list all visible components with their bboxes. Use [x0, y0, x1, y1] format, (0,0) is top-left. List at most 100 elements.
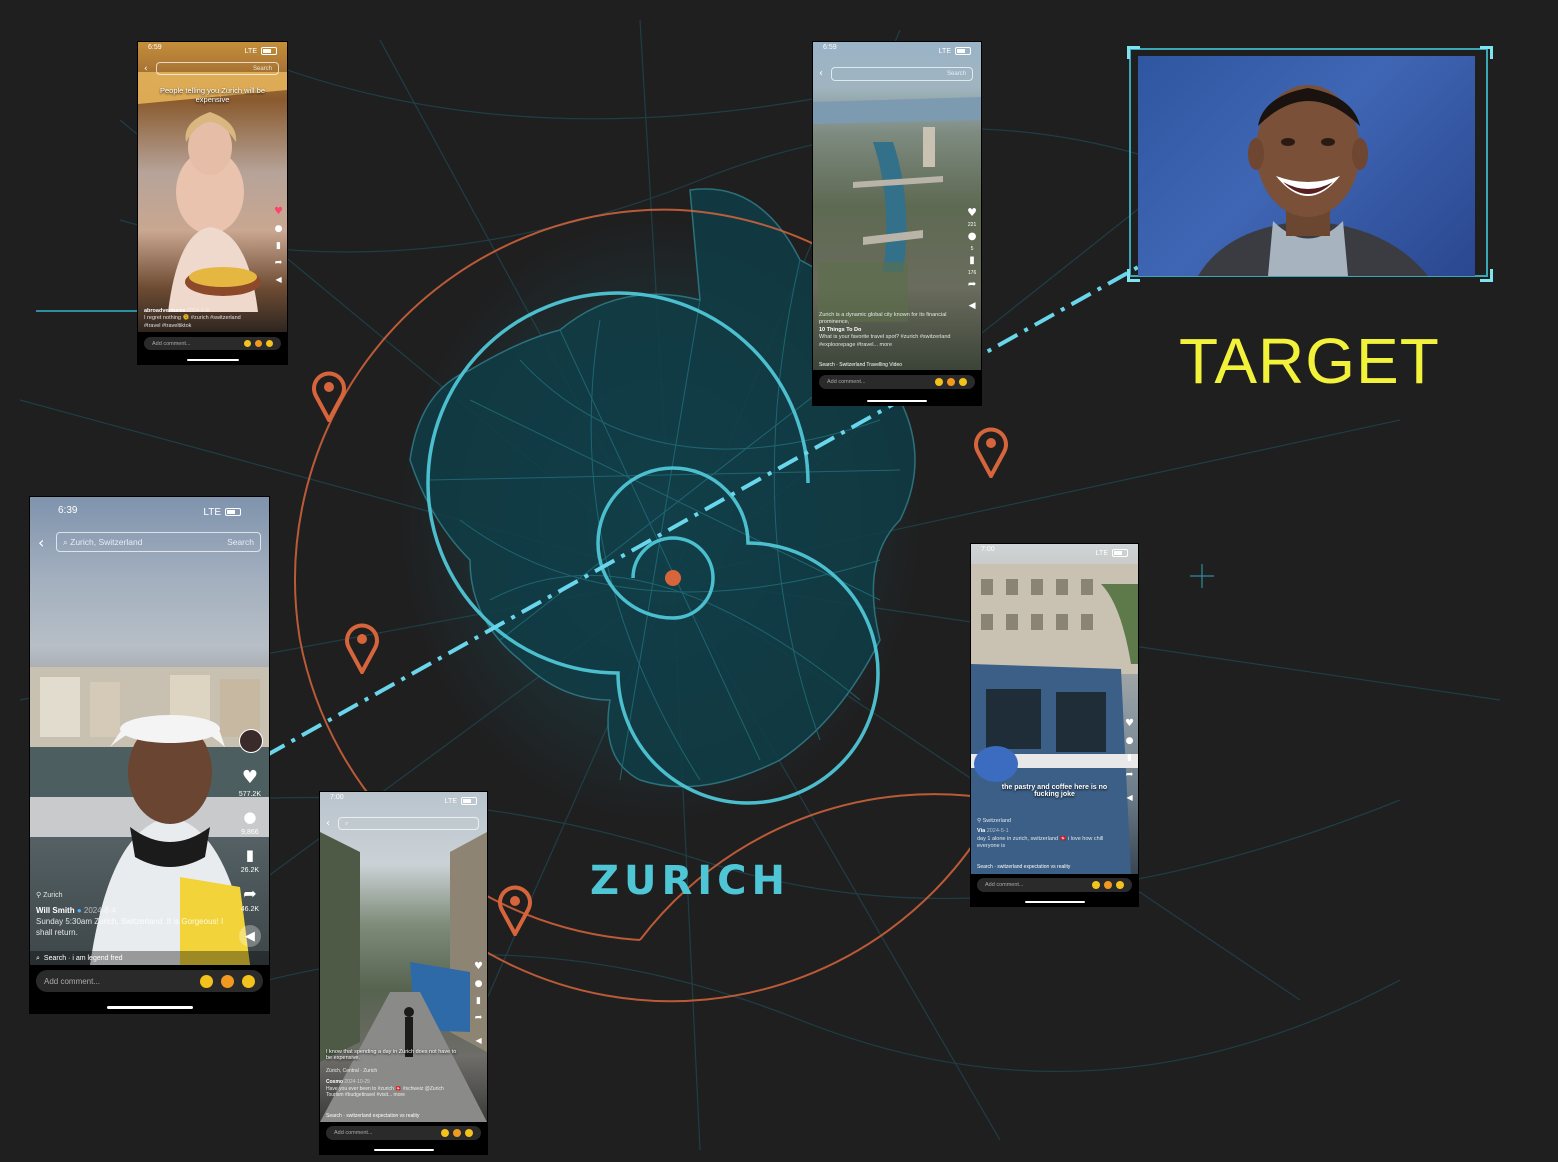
comment-input[interactable]: Add comment... — [144, 337, 281, 350]
emoji-icon[interactable] — [242, 974, 255, 988]
video-caption: Zurich is a dynamic global city known fo… — [819, 312, 951, 349]
username[interactable]: Via — [977, 828, 985, 834]
comment-input[interactable]: Add comment... — [36, 970, 263, 992]
location-tag[interactable]: Zürich, Central · Zurich — [326, 1068, 377, 1074]
username[interactable]: 10 Things To Do — [819, 327, 951, 334]
status-time: 6:59 — [823, 44, 837, 51]
location-tag[interactable]: Zurich — [43, 892, 62, 899]
search-button[interactable]: Search — [227, 537, 254, 547]
avatar[interactable] — [239, 729, 263, 753]
emoji-icon[interactable] — [255, 340, 262, 347]
home-indicator — [106, 1006, 193, 1009]
search-button[interactable]: Search — [947, 71, 966, 77]
bookmark-icon[interactable]: ▮ — [969, 256, 975, 266]
comment-placeholder: Add comment... — [44, 976, 101, 986]
share-icon[interactable]: ➦ — [243, 886, 256, 902]
back-arrow-icon[interactable]: ‹ — [144, 64, 148, 74]
heart-icon[interactable]: ♥ — [242, 769, 258, 787]
location-tag[interactable]: Switzerland — [983, 818, 1011, 824]
heart-icon[interactable]: ♥ — [474, 962, 483, 972]
back-arrow-icon[interactable]: ‹ — [819, 68, 823, 79]
bookmark-icon[interactable]: ▮ — [246, 848, 254, 863]
username[interactable]: abroadventures — [144, 308, 185, 314]
search-strip-text: Search · Switzerland Travelling Video — [819, 362, 903, 368]
comment-icon[interactable]: ● — [475, 980, 483, 989]
heart-icon[interactable]: ♥ — [1125, 719, 1134, 729]
comment-count: 9,866 — [241, 829, 259, 836]
comment-input[interactable]: Add comment... — [977, 878, 1132, 892]
bookmark-icon[interactable]: ▮ — [1127, 754, 1132, 763]
post-date: 2024-7-9 — [186, 308, 209, 314]
username[interactable]: Cosmo — [326, 1079, 343, 1085]
status-network: LTE — [203, 506, 221, 518]
search-button[interactable]: Search — [253, 66, 272, 72]
mute-icon[interactable]: ◀ — [1126, 794, 1132, 802]
video-frame: 7:00 LTE ‹ ⌕ I know that spending a day … — [320, 792, 487, 1122]
status-bar: 7:00 LTE — [320, 794, 487, 808]
search-icon: ⌕ — [63, 537, 68, 548]
emoji-icon[interactable] — [441, 1129, 449, 1137]
search-bar[interactable]: Search — [156, 62, 279, 75]
username[interactable]: Will Smith — [36, 906, 75, 915]
emoji-icon[interactable] — [935, 378, 943, 386]
search-strip[interactable]: Search · Switzerland Travelling Video — [813, 360, 981, 370]
emoji-icon[interactable] — [1116, 881, 1124, 889]
search-bar[interactable]: ⌕ — [338, 817, 479, 830]
bookmark-icon[interactable]: ▮ — [276, 242, 281, 251]
emoji-icon[interactable] — [959, 378, 967, 386]
heart-icon[interactable]: ♥ — [967, 207, 977, 218]
city-label: ZURICH — [590, 858, 790, 904]
video-caption: abroadventures 2024-7-9 I regret nothing… — [144, 308, 257, 330]
caption-text: day 1 alone in zurich, switzerland 🇨🇭 i … — [977, 835, 1104, 850]
emoji-icon[interactable] — [200, 974, 213, 988]
bottom-bar: Add comment... — [971, 874, 1138, 906]
search-strip[interactable]: Search · switzerland expectation vs real… — [320, 1111, 487, 1121]
search-strip-text: Search · switzerland expectation vs real… — [977, 864, 1071, 870]
action-rail: ♥ ● ▮ ➦ ◀ — [274, 207, 283, 284]
emoji-icon[interactable] — [947, 378, 955, 386]
comment-icon[interactable]: ● — [243, 810, 256, 825]
search-strip[interactable]: ⌕ Search · i am legend fred — [30, 951, 269, 965]
emoji-icon[interactable] — [221, 974, 234, 988]
emoji-icon[interactable] — [266, 340, 273, 347]
mute-icon[interactable]: ◀ — [275, 276, 281, 284]
status-network: LTE — [938, 47, 951, 55]
tiktok-screenshot-tram[interactable]: 7:00 LTE the pastry and coffee here is n… — [971, 544, 1138, 906]
action-rail: ♥ ● ▮ ➦ ◀ — [474, 962, 483, 1045]
search-query[interactable]: Zurich, Switzerland — [70, 537, 142, 547]
comment-input[interactable]: Add comment... — [819, 375, 975, 389]
heart-icon[interactable]: ♥ — [274, 207, 283, 217]
comment-placeholder: Add comment... — [334, 1130, 373, 1136]
emoji-icon[interactable] — [465, 1129, 473, 1137]
comment-count: 5 — [970, 246, 974, 252]
back-arrow-icon[interactable]: ‹ — [326, 818, 330, 829]
search-bar[interactable]: Search — [831, 67, 973, 81]
share-icon[interactable]: ➦ — [275, 259, 283, 268]
comment-icon[interactable]: ● — [1126, 737, 1134, 746]
share-icon[interactable]: ➦ — [968, 280, 976, 290]
bookmark-icon[interactable]: ▮ — [476, 997, 481, 1006]
tiktok-screenshot-street[interactable]: 7:00 LTE ‹ ⌕ I know that spending a day … — [320, 792, 487, 1154]
battery-icon — [1112, 549, 1128, 557]
emoji-icon[interactable] — [1092, 881, 1100, 889]
center-dot — [665, 570, 681, 586]
share-icon[interactable]: ➦ — [1126, 771, 1134, 780]
comment-icon[interactable]: ● — [275, 225, 283, 234]
comment-icon[interactable]: ● — [968, 232, 977, 242]
status-time: 7:00 — [981, 546, 995, 553]
back-arrow-icon[interactable]: ‹ — [38, 533, 44, 552]
search-bar[interactable]: ⌕ Zurich, Switzerland Search — [56, 532, 261, 552]
tiktok-screenshot-fondue[interactable]: 6:59 LTE ‹ Search People telling you Zur… — [138, 42, 287, 364]
emoji-icon[interactable] — [453, 1129, 461, 1137]
share-icon[interactable]: ➦ — [475, 1014, 483, 1023]
tiktok-screenshot-willsmith[interactable]: 6:39 LTE ‹ ⌕ Zurich, Switzerland Search … — [30, 497, 269, 1013]
emoji-icon[interactable] — [1104, 881, 1112, 889]
comment-input[interactable]: Add comment... — [326, 1126, 481, 1140]
emoji-icon[interactable] — [244, 340, 251, 347]
search-strip[interactable]: Search · switzerland expectation vs real… — [971, 862, 1138, 872]
status-bar: 7:00 LTE — [971, 546, 1138, 560]
mute-icon[interactable]: ◀ — [475, 1037, 481, 1045]
tiktok-screenshot-aerial[interactable]: 6:59 LTE ‹ Search ♥ 221 ● 5 ▮ 176 ➦ ◀ Zu… — [813, 42, 981, 405]
mute-icon[interactable]: ◀ — [969, 302, 976, 311]
mute-icon[interactable]: ◀ — [238, 925, 261, 947]
